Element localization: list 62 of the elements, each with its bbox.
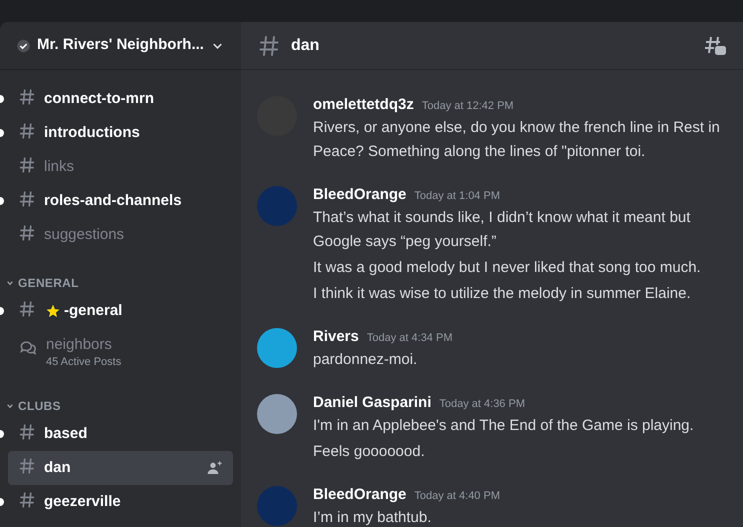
channel-item[interactable]: based: [8, 417, 233, 451]
channel-name: connect-to-mrn: [44, 89, 154, 109]
channel-name: links: [44, 157, 74, 177]
message-text: I’m in my bathtub.: [313, 508, 432, 527]
author-name[interactable]: Rivers: [313, 326, 359, 348]
message-text: That’s what it sounds like, I didn’t know what it meant but Google says “peg yourself.”: [313, 208, 692, 252]
hash-icon: [18, 457, 36, 475]
author-name[interactable]: Daniel Gasparini: [313, 392, 432, 414]
channel-item[interactable]: -general: [8, 294, 233, 328]
channel-item[interactable]: neighbors 45 Active Posts: [8, 328, 233, 375]
channel-name: dan: [44, 458, 71, 478]
channel-name: neighbors: [46, 335, 112, 355]
channel-title: dan: [291, 36, 320, 56]
channel-name: based: [44, 424, 88, 444]
hash-icon: [18, 300, 36, 318]
avatar[interactable]: [257, 328, 297, 368]
channel-item[interactable]: introductions: [8, 116, 233, 150]
channel-name: introductions: [44, 123, 140, 143]
category-title: CLUBS: [18, 398, 61, 415]
channel-item[interactable]: dan: [8, 451, 233, 485]
channel-item[interactable]: geezerville: [8, 485, 233, 519]
message-time: Today at 4:36 PM: [439, 397, 525, 412]
hash-icon: [257, 34, 281, 58]
category-header[interactable]: GENERAL: [0, 262, 241, 294]
channel-item[interactable]: roles-and-channels: [8, 184, 233, 218]
channel-name: roles-and-channels: [44, 191, 182, 211]
category-header[interactable]: CLUBS: [0, 385, 241, 417]
hash-icon: [18, 190, 36, 208]
verified-badge-icon: [16, 38, 32, 54]
hash-icon: [18, 156, 36, 174]
message-time: Today at 12:42 PM: [422, 99, 514, 114]
chevron-down-icon: [6, 279, 14, 287]
message-time: Today at 4:34 PM: [366, 331, 452, 346]
author-name[interactable]: BleedOrange: [313, 484, 406, 506]
category-title: GENERAL: [18, 275, 79, 292]
add-member-icon[interactable]: [207, 460, 223, 476]
chevron-down-icon: [6, 402, 14, 410]
channel-name: -general: [64, 301, 122, 321]
author-name[interactable]: omelettetdq3z: [313, 94, 414, 116]
channel-name: geezerville: [44, 492, 121, 512]
message-text: pardonnez-moi.: [313, 350, 418, 370]
avatar[interactable]: [257, 394, 297, 434]
message-time: Today at 1:04 PM: [414, 189, 500, 204]
channel-item[interactable]: suggestions: [8, 218, 233, 252]
author-name[interactable]: BleedOrange: [313, 184, 406, 206]
hash-icon: [18, 224, 36, 242]
message-text: Rivers, or anyone else, do you know the french line in Rest in Peace? Something along the lines of "pitonner toi.: [313, 118, 721, 162]
message-text: Feels gooooood.: [313, 442, 426, 462]
message-text: I think it was wise to utilize the melody in summer Elaine.: [313, 284, 692, 304]
server-name: Mr. Rivers' Neighborh...: [37, 35, 204, 56]
hash-icon: [18, 423, 36, 441]
star-icon: [44, 302, 62, 320]
channel-name: suggestions: [44, 225, 124, 245]
hash-icon: [18, 122, 36, 140]
hash-icon: [18, 491, 36, 509]
hash-icon: [18, 88, 36, 106]
message-time: Today at 4:40 PM: [414, 489, 500, 504]
channel-subtitle: 45 Active Posts: [46, 356, 122, 369]
message-text: It was a good melody but I never liked that song too much.: [313, 258, 702, 278]
channel-item[interactable]: connect-to-mrn: [8, 82, 233, 116]
channel-item[interactable]: links: [8, 150, 233, 184]
message-text: I'm in an Applebee's and The End of the Game is playing.: [313, 416, 694, 436]
